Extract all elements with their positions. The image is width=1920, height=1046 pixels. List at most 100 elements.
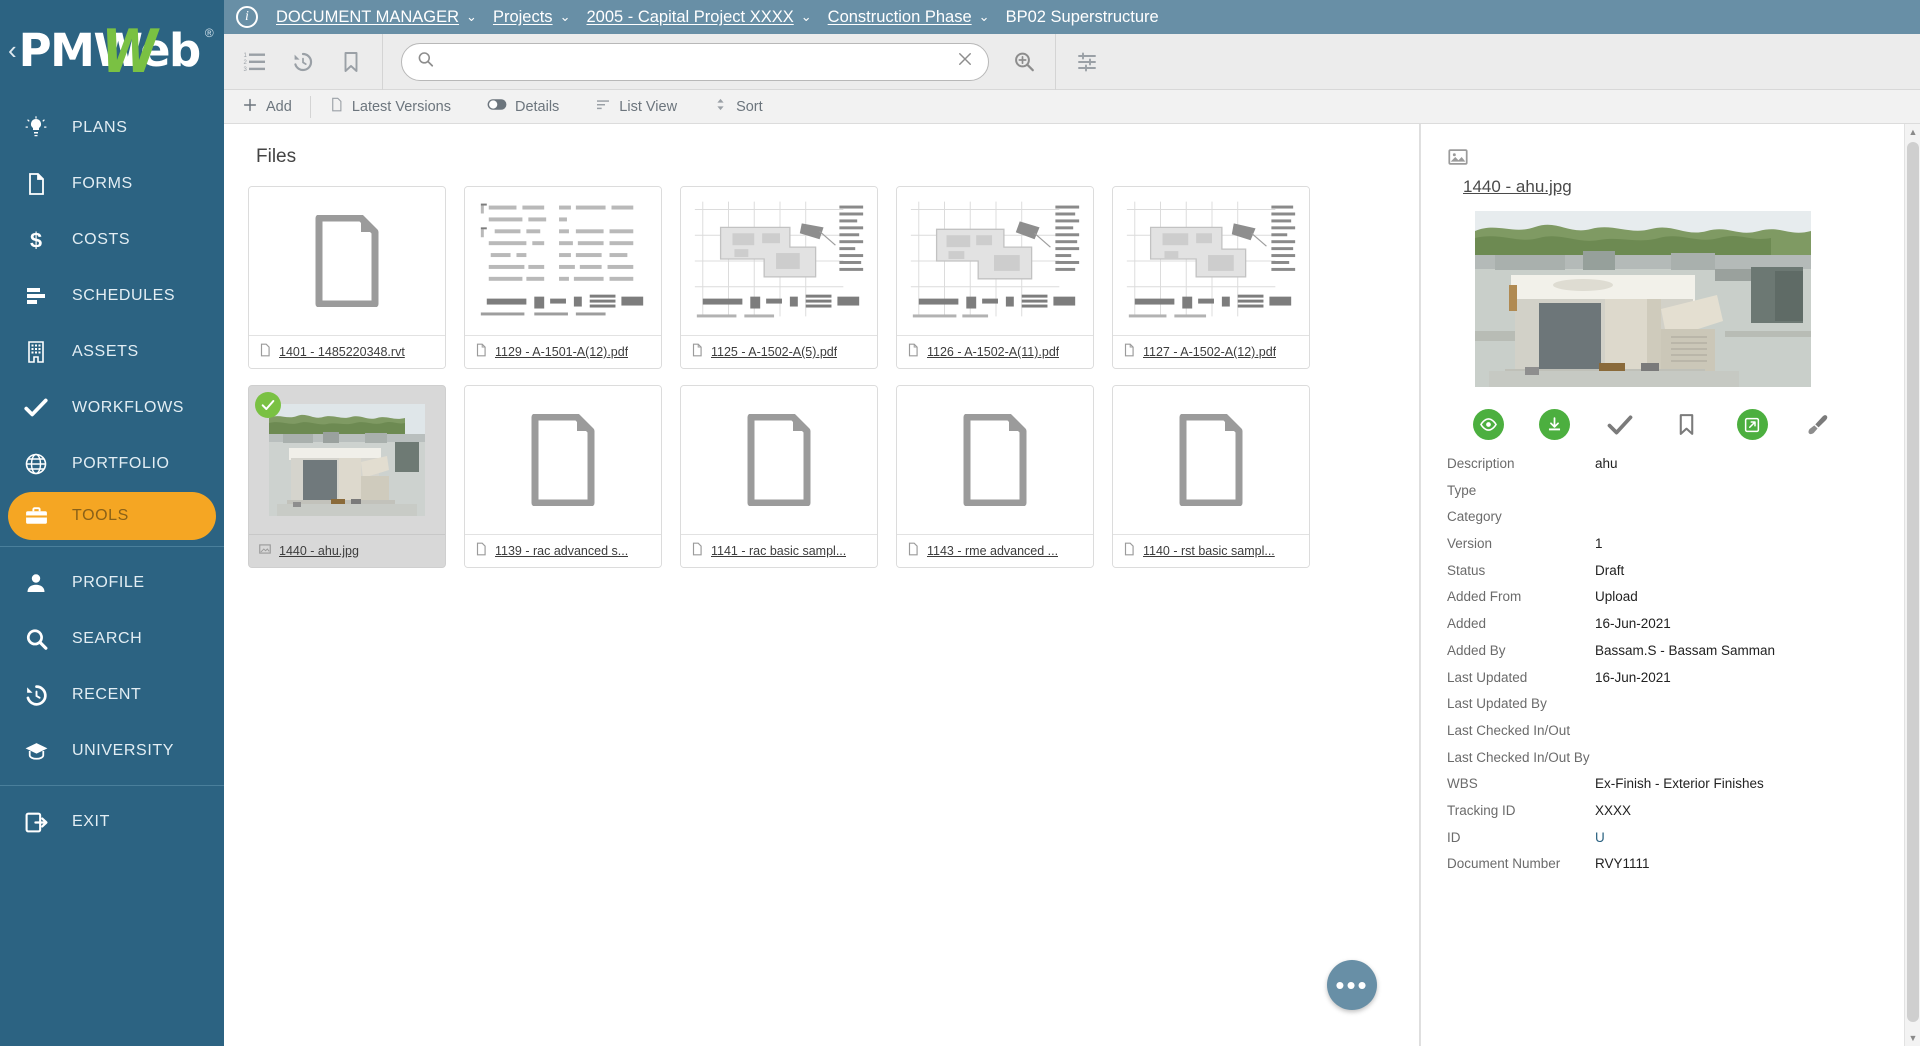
sidebar-item-portfolio[interactable]: PORTFOLIO — [0, 436, 224, 492]
breadcrumb-project[interactable]: 2005 - Capital Project XXXX ⌄ — [586, 8, 811, 27]
sidebar-item-label: SEARCH — [72, 630, 143, 647]
file-name[interactable]: 1125 - A-1502-A(5).pdf — [711, 345, 837, 359]
file-card-footer: 1126 - A-1502-A(11).pdf — [897, 335, 1093, 368]
breadcrumb-phase[interactable]: Construction Phase ⌄ — [828, 8, 990, 27]
field-row: Tracking ID XXXX — [1447, 803, 1894, 830]
file-card-footer: 1440 - ahu.jpg — [249, 534, 445, 567]
approve-button[interactable] — [1587, 411, 1653, 439]
filter-sliders-icon[interactable] — [1074, 49, 1100, 75]
sidebar-item-costs[interactable]: $ COSTS — [0, 212, 224, 268]
selected-check-icon — [255, 392, 281, 418]
sidebar-item-recent[interactable]: RECENT — [0, 667, 224, 723]
scroll-down-icon[interactable]: ▼ — [1905, 1030, 1920, 1046]
details-fields: Description ahu Type Category Version 1 St… — [1447, 456, 1894, 883]
zoom-search-icon[interactable] — [1011, 49, 1037, 75]
bookmark-icon[interactable] — [338, 49, 364, 75]
latest-versions-button[interactable]: Latest Versions — [311, 90, 469, 124]
file-name[interactable]: 1141 - rac basic sampl... — [711, 544, 846, 558]
file-card[interactable]: 1143 - rme advanced ... — [896, 385, 1094, 568]
field-label: Last Checked In/Out — [1447, 722, 1571, 738]
scroll-up-icon[interactable]: ▲ — [1905, 124, 1920, 140]
bookmark-button[interactable] — [1653, 412, 1719, 437]
sidebar-item-label: SCHEDULES — [72, 287, 176, 304]
numbered-list-icon[interactable]: 123 — [242, 49, 268, 75]
sidebar-item-plans[interactable]: PLANS — [0, 100, 224, 156]
chevron-down-icon[interactable]: ⌄ — [466, 9, 477, 25]
sidebar-item-tools[interactable]: TOOLS — [8, 492, 216, 540]
details-toggle[interactable]: Details — [469, 90, 577, 124]
file-preview-image[interactable] — [1475, 211, 1811, 387]
blank-document-icon — [1179, 414, 1243, 506]
info-icon[interactable]: i — [236, 6, 258, 28]
file-card-selected[interactable]: 1440 - ahu.jpg — [248, 385, 446, 568]
add-button[interactable]: Add — [224, 90, 310, 124]
field-row: Version 1 — [1447, 536, 1894, 563]
scrollbar-thumb[interactable] — [1907, 142, 1919, 1022]
sidebar-item-workflows[interactable]: WORKFLOWS — [0, 380, 224, 436]
add-button-label: Add — [266, 98, 292, 115]
file-card[interactable]: 1125 - A-1502-A(5).pdf — [680, 186, 878, 369]
open-external-button[interactable] — [1719, 409, 1785, 440]
sidebar-item-profile[interactable]: PROFILE — [0, 555, 224, 611]
field-value: Draft — [1595, 562, 1625, 578]
sidebar-item-forms[interactable]: FORMS — [0, 156, 224, 212]
markup-button[interactable] — [1785, 412, 1851, 438]
breadcrumb-projects[interactable]: Projects ⌄ — [493, 8, 571, 27]
file-name[interactable]: 1440 - ahu.jpg — [279, 544, 359, 558]
close-icon[interactable] — [956, 50, 974, 73]
field-label: Version — [1447, 536, 1493, 552]
sidebar-item-search[interactable]: SEARCH — [0, 611, 224, 667]
file-card[interactable]: 1129 - A-1501-A(12).pdf — [464, 186, 662, 369]
search-input[interactable] — [445, 53, 946, 70]
file-name[interactable]: 1401 - 1485220348.rvt — [279, 345, 405, 359]
file-card-footer: 1141 - rac basic sampl... — [681, 534, 877, 567]
view-button[interactable] — [1455, 409, 1521, 440]
file-name[interactable]: 1126 - A-1502-A(11).pdf — [927, 345, 1059, 359]
file-name[interactable]: 1139 - rac advanced s... — [495, 544, 628, 558]
file-card[interactable]: 1141 - rac basic sampl... — [680, 385, 878, 568]
sidebar-item-assets[interactable]: ASSETS — [0, 324, 224, 380]
sort-button[interactable]: Sort — [695, 90, 781, 124]
chevron-down-icon[interactable]: ⌄ — [979, 9, 990, 25]
search-box[interactable] — [401, 42, 989, 81]
file-card[interactable]: 1139 - rac advanced s... — [464, 385, 662, 568]
details-file-name[interactable]: 1440 - ahu.jpg — [1463, 177, 1894, 197]
field-value: Ex-Finish - Exterior Finishes — [1595, 776, 1764, 792]
pdf-icon — [906, 343, 920, 362]
file-name[interactable]: 1129 - A-1501-A(12).pdf — [495, 345, 628, 359]
list-view-button[interactable]: List View — [577, 90, 695, 124]
file-name[interactable]: 1140 - rst basic sampl... — [1143, 544, 1275, 558]
details-scrollbar[interactable]: ▲ ▼ — [1904, 124, 1920, 1046]
field-label: Document Number — [1447, 856, 1561, 872]
chevron-down-icon[interactable]: ⌄ — [801, 9, 812, 25]
sidebar-item-schedules[interactable]: SCHEDULES — [0, 268, 224, 324]
field-value[interactable]: U — [1595, 830, 1605, 845]
sidebar-collapse-icon[interactable]: ‹ — [8, 37, 17, 63]
photo-ahu-preview — [1475, 211, 1811, 387]
file-card-footer: 1401 - 1485220348.rvt — [249, 335, 445, 368]
breadcrumb-document-manager[interactable]: DOCUMENT MANAGER ⌄ — [276, 8, 477, 27]
file-card[interactable]: 1140 - rst basic sampl... — [1112, 385, 1310, 568]
globe-icon — [22, 450, 50, 478]
file-name[interactable]: 1127 - A-1502-A(12).pdf — [1143, 345, 1276, 359]
sidebar-item-university[interactable]: UNIVERSITY — [0, 723, 224, 779]
file-name[interactable]: 1143 - rme advanced ... — [927, 544, 1058, 558]
field-value: 16-Jun-2021 — [1595, 669, 1671, 685]
pdf-icon — [474, 343, 488, 362]
file-card[interactable]: 1401 - 1485220348.rvt — [248, 186, 446, 369]
more-actions-fab[interactable]: ••• — [1327, 960, 1377, 1010]
sidebar-item-exit[interactable]: EXIT — [0, 794, 224, 850]
download-button[interactable] — [1521, 409, 1587, 440]
search-area — [383, 42, 1055, 81]
file-card[interactable]: 1127 - A-1502-A(12).pdf — [1112, 186, 1310, 369]
floorplan-drawing-thumbnail — [897, 187, 1093, 335]
history-icon[interactable] — [290, 49, 316, 75]
brand-logo[interactable]: ‹ PMWeb W ® — [0, 0, 224, 100]
file-card[interactable]: 1126 - A-1502-A(11).pdf — [896, 186, 1094, 369]
file-thumbnail — [249, 386, 445, 534]
field-label: WBS — [1447, 776, 1478, 792]
eye-icon — [1472, 409, 1504, 440]
field-row: Document Number RVY1111 — [1447, 856, 1894, 883]
toggle-on-icon — [487, 98, 507, 115]
chevron-down-icon[interactable]: ⌄ — [560, 9, 571, 25]
